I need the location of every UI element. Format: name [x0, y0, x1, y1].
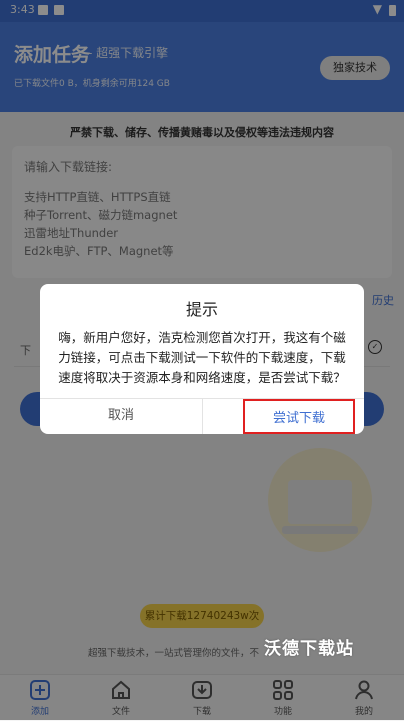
- cancel-button[interactable]: 取消: [40, 398, 202, 434]
- watermark-text: 沃德下载站: [264, 639, 354, 659]
- try-download-button[interactable]: 尝试下载: [243, 399, 355, 434]
- divider: [202, 398, 203, 434]
- dialog-message: 嗨，新用户您好，浩克检测您首次打开，我这有个磁力链接，可点击下载测试一下软件的下…: [58, 330, 346, 385]
- prompt-dialog: 提示 嗨，新用户您好，浩克检测您首次打开，我这有个磁力链接，可点击下载测试一下软…: [40, 284, 364, 434]
- dialog-title: 提示: [185, 300, 218, 319]
